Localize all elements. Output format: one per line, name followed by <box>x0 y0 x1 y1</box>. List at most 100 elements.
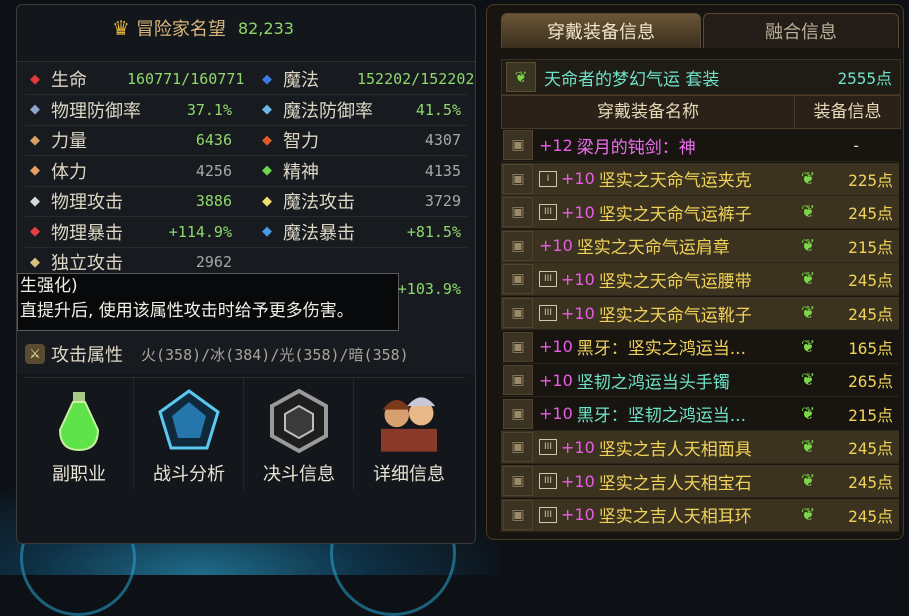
pants-icon: ▣ <box>503 197 533 228</box>
equipment-name: 坚实之吉人天相宝石 <box>598 473 752 494</box>
detailed-info-label: 详细信息 <box>373 464 445 485</box>
leaf-icon: ❦ <box>506 62 536 92</box>
arm-icon: ◆ <box>30 132 40 148</box>
earring-icon: ▣ <box>503 499 533 530</box>
equipment-name: 坚实之天命气运肩章 <box>576 238 730 259</box>
stat-name: 力量 <box>51 131 87 152</box>
divider <box>25 155 467 156</box>
tooltip-line-2: 直提升后, 使用该属性攻击时给予更多伤害。 <box>20 301 354 321</box>
stat-row[interactable]: ◆ 体力 <box>25 156 87 186</box>
equipment-row[interactable]: ▣ III +10 坚实之吉人天相面具 ❦ 245点 <box>501 431 899 465</box>
equipment-name: 黑牙：坚实之鸿运当... <box>576 339 746 360</box>
gem-icon: ▣ <box>503 466 533 496</box>
orb-icon: ◆ <box>262 102 272 117</box>
equipment-name: 梁月的钝剑：神 <box>576 137 696 158</box>
grade-badge: I <box>539 170 557 187</box>
set-bonus-row[interactable]: ❦ 天命者的梦幻气运 套装 2555点 <box>501 59 901 95</box>
tab-fusion-info[interactable]: 融合信息 <box>703 13 899 48</box>
set-name: 天命者的梦幻气运 套装 <box>544 69 720 90</box>
stat-row[interactable]: ◆ 物理暴击 <box>25 217 123 247</box>
stat-name: 魔法攻击 <box>283 192 355 213</box>
shoulder-icon: ▣ <box>503 230 533 261</box>
equipment-name: 坚实之天命气运腰带 <box>598 271 752 292</box>
reputation-bar: ♛ 冒险家名望 82,233 <box>112 11 382 45</box>
equipment-row[interactable]: ▣ +10 黑牙：坚实之鸿运当... ❦ 165点 <box>501 331 899 364</box>
equipment-name: 坚实之吉人天相耳环 <box>598 507 752 528</box>
enhance-level: +10 <box>539 236 573 256</box>
equipment-points: - <box>851 135 861 155</box>
attribute-tooltip: 生强化) 直提升后, 使用该属性攻击时给予更多伤害。 <box>17 273 399 331</box>
attack-attribute-row: ⚔ 攻击属性 火(358)/冰(384)/光(358)/暗(358) <box>25 339 469 369</box>
jacket-icon: ▣ <box>503 163 533 194</box>
stat-row[interactable]: ◆ 魔法暴击 <box>257 217 355 247</box>
stat-row[interactable]: ◆ 物理攻击 <box>25 186 123 216</box>
enhance-level: +10 <box>561 471 595 491</box>
enhance-level: +10 <box>539 370 573 390</box>
stat-value: 152202/152202 <box>357 70 475 88</box>
equipment-row[interactable]: ▣ III +10 坚实之天命气运裤子 ❦ 245点 <box>501 196 899 230</box>
stat-value: 3886 <box>195 192 232 210</box>
independent-icon: ◆ <box>30 254 40 270</box>
stat-row[interactable]: ◆ 力量 <box>25 125 87 155</box>
character-portrait-icon <box>374 386 444 456</box>
belt-icon: ▣ <box>503 264 533 295</box>
attack-attribute-values: 火(358)/冰(384)/光(358)/暗(358) <box>141 345 409 364</box>
equipment-row[interactable]: ▣ +12 梁月的钝剑：神 - <box>501 129 899 162</box>
set-leaf-icon: ❦ <box>801 336 816 357</box>
duel-info-label: 决斗信息 <box>263 464 335 485</box>
equipment-points: 245点 <box>848 473 893 492</box>
stat-row[interactable]: ◆ 精神 <box>257 156 319 186</box>
header-equipment-name: 穿戴装备名称 <box>502 96 795 128</box>
detailed-info-button[interactable]: 详细信息 <box>355 378 463 490</box>
equipment-row[interactable]: ▣ +10 黑牙：坚韧之鸿运当... ❦ 215点 <box>501 398 899 431</box>
equipment-row[interactable]: ▣ III +10 坚实之天命气运靴子 ❦ 245点 <box>501 297 899 330</box>
header-equipment-info: 装备信息 <box>813 102 882 122</box>
equipment-row[interactable]: ▣ III +10 坚实之吉人天相宝石 ❦ 245点 <box>501 465 899 498</box>
radar-icon <box>154 386 224 456</box>
stat-name: 魔法暴击 <box>283 222 355 244</box>
equipment-row[interactable]: ▣ III +10 坚实之天命气运腰带 ❦ 245点 <box>501 263 899 297</box>
set-leaf-icon: ❦ <box>801 403 816 424</box>
battle-analysis-button[interactable]: 战斗分析 <box>135 378 244 490</box>
enhance-level: +10 <box>561 202 595 222</box>
attack-attribute-label: 攻击属性 <box>51 345 123 366</box>
equipment-name: 坚实之天命气运裤子 <box>598 204 752 225</box>
stat-value: +114.9% <box>168 222 232 241</box>
equipment-points: 165点 <box>848 338 893 358</box>
stat-row[interactable]: ◆ 魔法 <box>257 64 319 94</box>
sword-icon: ▣ <box>503 130 533 160</box>
necklace-icon: ▣ <box>503 398 533 429</box>
reputation-value: 82,233 <box>237 18 294 38</box>
stat-value: 6436 <box>195 131 232 149</box>
grade-badge: III <box>539 271 557 288</box>
duel-info-button[interactable]: 决斗信息 <box>245 378 354 490</box>
spirit-icon: ◆ <box>262 163 272 178</box>
set-leaf-icon: ❦ <box>801 168 816 189</box>
set-leaf-icon: ❦ <box>801 437 816 458</box>
sub-job-button[interactable]: 副职业 <box>25 378 134 490</box>
stat-value: 3729 <box>424 192 461 210</box>
equipment-points: 215点 <box>848 405 893 425</box>
crown-icon: ♛ <box>112 16 130 40</box>
body-icon: ◆ <box>30 163 40 178</box>
stat-row[interactable]: ◆ 魔法防御率 <box>257 95 373 125</box>
stat-value: 2962 <box>195 253 232 271</box>
equipment-row[interactable]: ▣ +10 坚韧之鸿运当头手镯 ❦ 265点 <box>501 364 899 398</box>
tooltip-line-1: 生强化) <box>20 276 78 296</box>
stat-row[interactable]: ◆ 智力 <box>257 125 319 155</box>
equipment-row[interactable]: ▣ III +10 坚实之吉人天相耳环 ❦ 245点 <box>501 498 899 532</box>
stat-row[interactable]: ◆ 魔法攻击 <box>257 186 355 216</box>
equipment-points: 225点 <box>848 170 893 190</box>
enhance-level: +10 <box>561 169 595 189</box>
stat-row[interactable]: ◆ 物理防御率 <box>25 95 141 125</box>
divider <box>25 124 467 126</box>
stat-value: 4256 <box>195 161 232 180</box>
boots-icon: ▣ <box>503 298 533 328</box>
grade-badge: III <box>539 506 557 523</box>
element-icon: ⚔ <box>25 344 45 364</box>
stat-row[interactable]: ◆ 生命 <box>25 64 87 94</box>
equipment-row[interactable]: ▣ I +10 坚实之天命气运夹克 ❦ 225点 <box>501 162 899 196</box>
equipment-points: 245点 <box>848 506 893 526</box>
equipment-row[interactable]: ▣ +10 坚实之天命气运肩章 ❦ 215点 <box>501 229 899 263</box>
tab-equipped-info[interactable]: 穿戴装备信息 <box>501 13 701 48</box>
